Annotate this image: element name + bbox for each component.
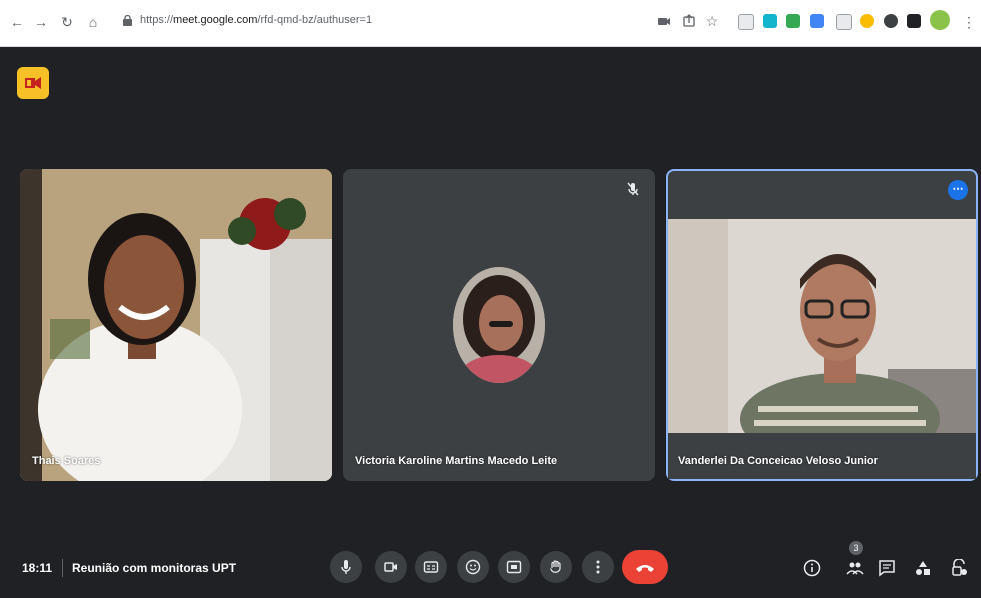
raise-hand-button[interactable]: [540, 551, 572, 583]
url-prefix: https://: [140, 14, 174, 26]
raise-hand-icon: [549, 560, 561, 573]
extension-icon[interactable]: [860, 14, 874, 28]
more-options-icon: [596, 560, 600, 574]
extension-icon[interactable]: [763, 14, 777, 28]
participant-tile[interactable]: Victoria Karoline Martins Macedo Leite: [343, 169, 655, 481]
emoji-icon: [465, 559, 481, 575]
participant-count-badge: 3: [849, 541, 863, 555]
controls-bar: 18:11 Reunião com monitoras UPT 3: [0, 537, 981, 598]
extension-icon[interactable]: [884, 14, 898, 28]
meet-logo: [17, 67, 49, 99]
extension-icon[interactable]: [738, 14, 754, 30]
present-button[interactable]: [498, 551, 530, 583]
more-options-icon[interactable]: ⋯: [948, 180, 968, 200]
share-icon[interactable]: [682, 14, 696, 28]
camera-icon[interactable]: [657, 14, 671, 28]
info-icon[interactable]: [803, 559, 821, 577]
extension-icon[interactable]: [836, 14, 852, 30]
host-controls-icon[interactable]: [950, 559, 968, 577]
participant-name: Vanderlei Da Conceicao Veloso Junior: [678, 455, 878, 467]
chat-icon[interactable]: [878, 559, 896, 577]
participant-video: [20, 169, 332, 481]
extension-icon[interactable]: [907, 14, 921, 28]
muted-microphone-icon: [627, 182, 639, 196]
participant-tile[interactable]: Thais Soares: [20, 169, 332, 481]
reload-icon[interactable]: ↻: [58, 13, 76, 31]
microphone-icon: [341, 560, 351, 574]
meeting-title: Reunião com monitoras UPT: [72, 561, 237, 575]
video-icon: [384, 562, 397, 572]
people-icon[interactable]: [846, 559, 864, 577]
profile-avatar[interactable]: [930, 10, 950, 30]
extension-icon[interactable]: [810, 14, 824, 28]
address-bar[interactable]: https://meet.google.com/rfd-qmd-bz/authu…: [140, 14, 372, 26]
home-icon[interactable]: ⌂: [84, 13, 102, 31]
captions-button[interactable]: [415, 551, 447, 583]
participant-name: Victoria Karoline Martins Macedo Leite: [355, 455, 558, 467]
end-call-icon: [636, 565, 654, 572]
microphone-button[interactable]: [330, 551, 362, 583]
star-icon[interactable]: ☆: [703, 12, 721, 30]
avatar: [453, 267, 545, 383]
url-path: /rfd-qmd-bz/authuser=1: [257, 14, 373, 26]
end-call-button[interactable]: [622, 550, 668, 584]
forward-icon[interactable]: →: [32, 13, 50, 31]
extension-icon[interactable]: [786, 14, 800, 28]
divider: [62, 559, 63, 577]
back-icon[interactable]: ←: [8, 13, 26, 31]
emoji-button[interactable]: [457, 551, 489, 583]
avatar-image: [453, 267, 545, 383]
present-icon: [506, 560, 522, 574]
meet-logo-icon: [25, 77, 41, 89]
meet-stage: Thais Soares Victoria Karoline Martins M…: [0, 47, 981, 598]
lock-icon: [123, 15, 132, 26]
participant-tile-active[interactable]: ⋯ Vanderlei Da Conceicao Veloso Junior: [666, 169, 978, 481]
menu-icon[interactable]: ⋮: [962, 13, 976, 31]
more-options-button[interactable]: [582, 551, 614, 583]
participant-name: Thais Soares: [32, 455, 101, 467]
browser-toolbar: ← → ↻ ⌂ https://meet.google.com/rfd-qmd-…: [0, 0, 981, 47]
captions-icon: [423, 561, 439, 573]
activities-icon[interactable]: [914, 559, 932, 577]
url-domain: meet.google.com: [173, 14, 258, 26]
camera-button[interactable]: [375, 551, 407, 583]
clock: 18:11: [22, 561, 53, 575]
participant-video: [668, 219, 976, 433]
